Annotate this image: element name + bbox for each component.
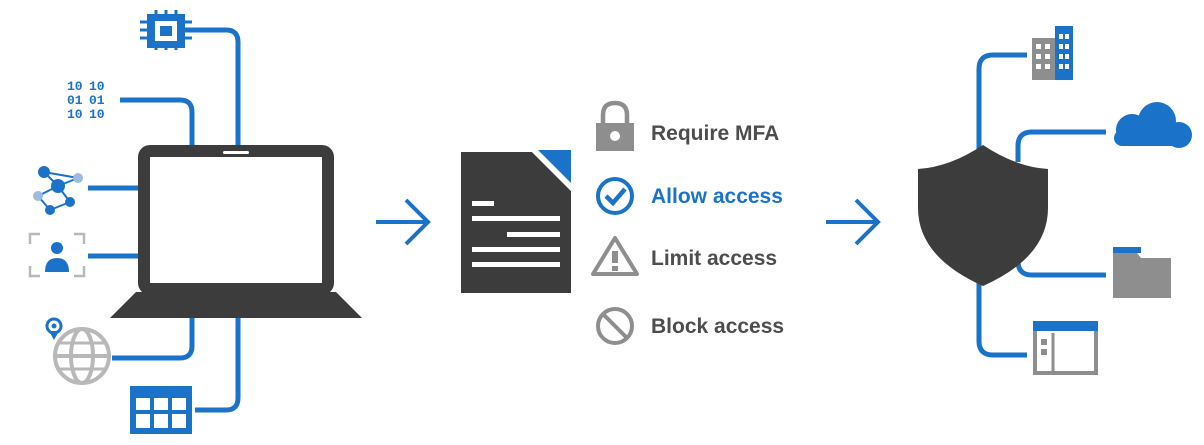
folder-icon	[1113, 247, 1171, 298]
svg-text:10: 10	[67, 107, 83, 122]
network-graph-icon	[33, 166, 83, 215]
cloud-icon	[1114, 102, 1192, 148]
globe-location-icon	[45, 317, 111, 385]
lock-icon	[596, 100, 634, 151]
policy-label-allow-access: Allow access	[651, 185, 783, 208]
laptop-icon	[110, 145, 362, 318]
policy-label-block-access: Block access	[651, 315, 784, 338]
arrow-right-icon	[376, 198, 431, 246]
svg-text:01: 01	[67, 93, 83, 108]
policy-label-limit-access: Limit access	[651, 247, 777, 270]
arrow-right-icon	[826, 198, 881, 246]
cpu-chip-icon	[140, 10, 192, 50]
svg-text:10: 10	[89, 79, 105, 94]
building-icon	[1032, 26, 1073, 80]
svg-text:10: 10	[89, 107, 105, 122]
block-icon	[596, 307, 634, 345]
binary-code-icon: 10 01 10 10 01 10	[67, 79, 105, 122]
shield-icon	[918, 145, 1048, 286]
check-circle-icon	[596, 177, 634, 215]
policy-label-require-mfa: Require MFA	[651, 122, 779, 145]
user-scan-icon	[28, 232, 86, 278]
warning-icon	[591, 236, 639, 276]
svg-text:10: 10	[67, 79, 83, 94]
policy-document-icon	[461, 150, 571, 293]
svg-text:01: 01	[89, 93, 105, 108]
app-window-icon	[1033, 321, 1098, 375]
app-grid-icon	[130, 386, 192, 434]
conditional-access-diagram: 10 01 10 10 01 10 Require MFA Allow acce…	[28, 10, 1192, 434]
